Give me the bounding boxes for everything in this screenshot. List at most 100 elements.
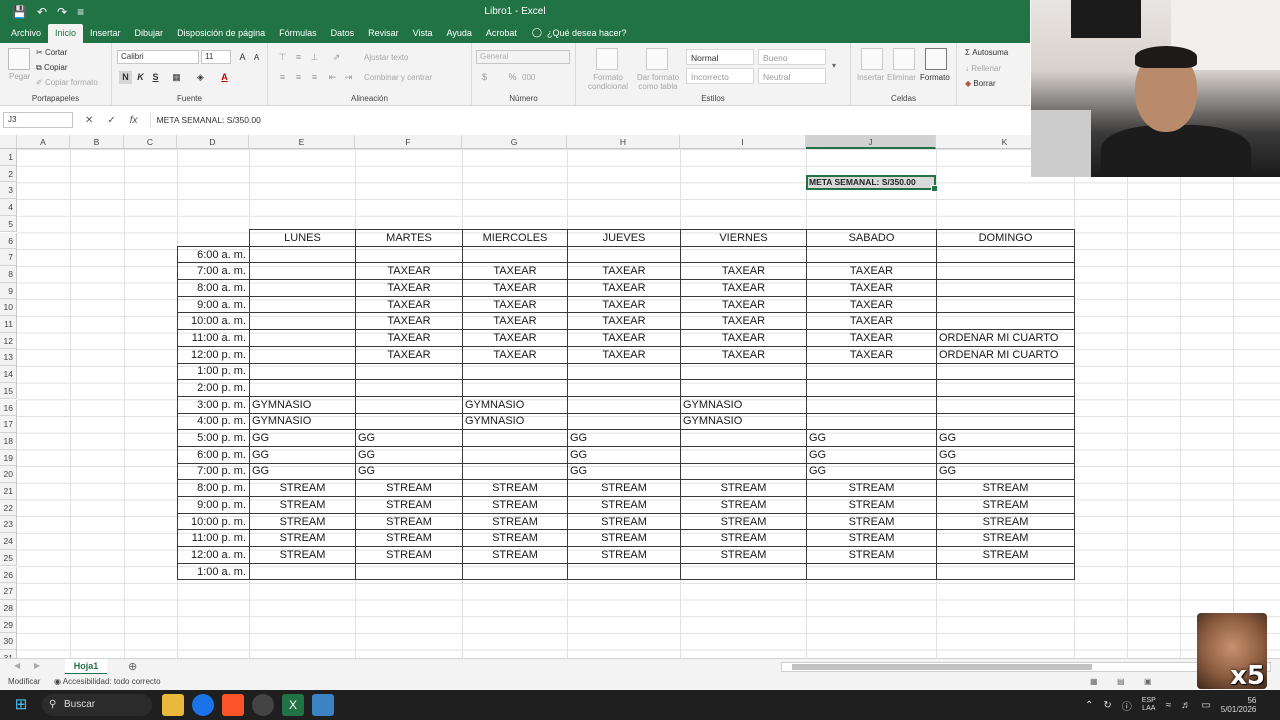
row-header[interactable]: 11 (0, 316, 17, 333)
activity-cell[interactable]: TAXEAR (806, 345, 937, 364)
align-bottom-icon[interactable]: ⊥ (308, 51, 321, 64)
activity-cell[interactable] (567, 379, 681, 397)
chrome-icon[interactable] (192, 694, 214, 716)
activity-cell[interactable] (806, 412, 937, 431)
activity-cell[interactable] (567, 562, 681, 581)
column-header[interactable]: B (70, 135, 124, 149)
activity-cell[interactable]: STREAM (806, 512, 937, 531)
cancel-icon[interactable]: ✕ (85, 115, 93, 126)
activity-cell[interactable] (680, 429, 807, 447)
activity-cell[interactable]: STREAM (936, 479, 1075, 497)
activity-cell[interactable] (680, 362, 807, 381)
activity-cell[interactable]: GG (936, 429, 1075, 447)
row-header[interactable]: 4 (0, 199, 17, 216)
align-top-icon[interactable]: ⊤ (276, 51, 289, 64)
time-cell[interactable]: 6:00 p. m. (177, 445, 250, 464)
activity-cell[interactable] (567, 395, 681, 414)
activity-cell[interactable]: STREAM (249, 479, 356, 497)
activity-cell[interactable]: TAXEAR (355, 295, 463, 314)
activity-cell[interactable] (355, 395, 463, 414)
tab-formulas[interactable]: Fórmulas (272, 28, 324, 43)
row-header[interactable]: 3 (0, 182, 17, 200)
activity-cell[interactable]: TAXEAR (806, 295, 937, 314)
activity-cell[interactable]: TAXEAR (680, 279, 807, 297)
activity-cell[interactable]: TAXEAR (680, 262, 807, 281)
activity-cell[interactable]: STREAM (355, 529, 463, 548)
column-header[interactable]: A (17, 135, 70, 149)
activity-cell[interactable]: TAXEAR (567, 345, 681, 364)
activity-cell[interactable] (936, 562, 1075, 581)
font-color-icon[interactable]: A (218, 71, 231, 84)
activity-cell[interactable]: TAXEAR (567, 329, 681, 347)
activity-cell[interactable]: GG (806, 429, 937, 447)
number-format-select[interactable]: General (476, 50, 570, 64)
sheet-prev-icon[interactable]: ◀ (14, 661, 20, 670)
time-cell[interactable]: 8:00 p. m. (177, 479, 250, 497)
activity-cell[interactable]: GYMNASIO (680, 395, 807, 414)
activity-cell[interactable]: GG (249, 445, 356, 464)
column-header[interactable]: I (680, 135, 806, 149)
activity-cell[interactable]: GG (355, 462, 463, 481)
activity-cell[interactable]: TAXEAR (355, 329, 463, 347)
activity-cell[interactable] (462, 445, 568, 464)
orientation-icon[interactable]: ⇗ (330, 51, 343, 64)
row-header[interactable]: 7 (0, 249, 17, 266)
row-header[interactable]: 22 (0, 499, 17, 517)
activity-cell[interactable]: STREAM (680, 546, 807, 564)
tab-vista[interactable]: Vista (406, 28, 440, 43)
row-header[interactable]: 1 (0, 149, 17, 166)
page-break-icon[interactable]: ▣ (1144, 674, 1152, 690)
clear-button[interactable]: ◆ Borrar (965, 79, 996, 88)
style-normal[interactable]: Normal (686, 49, 754, 65)
normal-view-icon[interactable]: ▦ (1090, 674, 1098, 690)
activity-cell[interactable] (249, 379, 356, 397)
activity-cell[interactable] (462, 562, 568, 581)
activity-cell[interactable]: GYMNASIO (680, 412, 807, 431)
activity-cell[interactable] (249, 562, 356, 581)
time-cell[interactable]: 7:00 a. m. (177, 262, 250, 281)
activity-cell[interactable]: ORDENAR MI CUARTO (936, 345, 1075, 364)
time-cell[interactable]: 10:00 a. m. (177, 312, 250, 331)
activity-cell[interactable]: STREAM (249, 512, 356, 531)
time-cell[interactable]: 4:00 p. m. (177, 412, 250, 431)
merge-center-button[interactable]: Combinar y centrar (364, 73, 432, 82)
activity-cell[interactable]: TAXEAR (462, 312, 568, 331)
activity-cell[interactable] (355, 412, 463, 431)
row-header[interactable]: 14 (0, 366, 17, 383)
day-header-cell[interactable]: JUEVES (567, 229, 681, 247)
activity-cell[interactable] (936, 412, 1075, 431)
day-header-cell[interactable]: DOMINGO (936, 229, 1075, 247)
battery-icon[interactable]: ▭ (1201, 700, 1210, 711)
redo-icon[interactable]: ↷ (57, 5, 67, 19)
paste-label[interactable]: Pegar (9, 72, 30, 81)
conditional-format-label[interactable]: Formato condicional (584, 73, 632, 91)
row-header[interactable]: 13 (0, 349, 17, 367)
activity-cell[interactable] (806, 362, 937, 381)
activity-cell[interactable]: ORDENAR MI CUARTO (936, 329, 1075, 347)
page-layout-icon[interactable]: ▤ (1117, 674, 1125, 690)
activity-cell[interactable] (249, 312, 356, 331)
time-cell[interactable]: 12:00 p. m. (177, 345, 250, 364)
activity-cell[interactable] (680, 379, 807, 397)
row-header[interactable]: 16 (0, 399, 17, 417)
tab-dibujar[interactable]: Dibujar (128, 28, 171, 43)
activity-cell[interactable] (936, 245, 1075, 264)
time-cell[interactable]: 5:00 p. m. (177, 429, 250, 447)
select-all-corner[interactable] (0, 135, 17, 149)
activity-cell[interactable]: TAXEAR (567, 312, 681, 331)
formula-input[interactable]: META SEMANAL: S/350.00 (149, 112, 1030, 128)
activity-cell[interactable]: GG (567, 429, 681, 447)
insert-cells-icon[interactable] (861, 48, 883, 70)
day-header-cell[interactable]: MIERCOLES (462, 229, 568, 247)
activity-cell[interactable]: GG (567, 445, 681, 464)
time-cell[interactable]: 9:00 a. m. (177, 295, 250, 314)
name-box[interactable]: J3 (3, 112, 73, 128)
activity-cell[interactable] (567, 362, 681, 381)
font-size-select[interactable]: 11 (201, 50, 231, 64)
time-cell[interactable]: 1:00 a. m. (177, 562, 250, 581)
activity-cell[interactable]: STREAM (249, 496, 356, 514)
time-cell[interactable]: 6:00 a. m. (177, 245, 250, 264)
time-cell[interactable]: 9:00 p. m. (177, 496, 250, 514)
row-header[interactable]: 28 (0, 599, 17, 617)
activity-cell[interactable] (936, 395, 1075, 414)
